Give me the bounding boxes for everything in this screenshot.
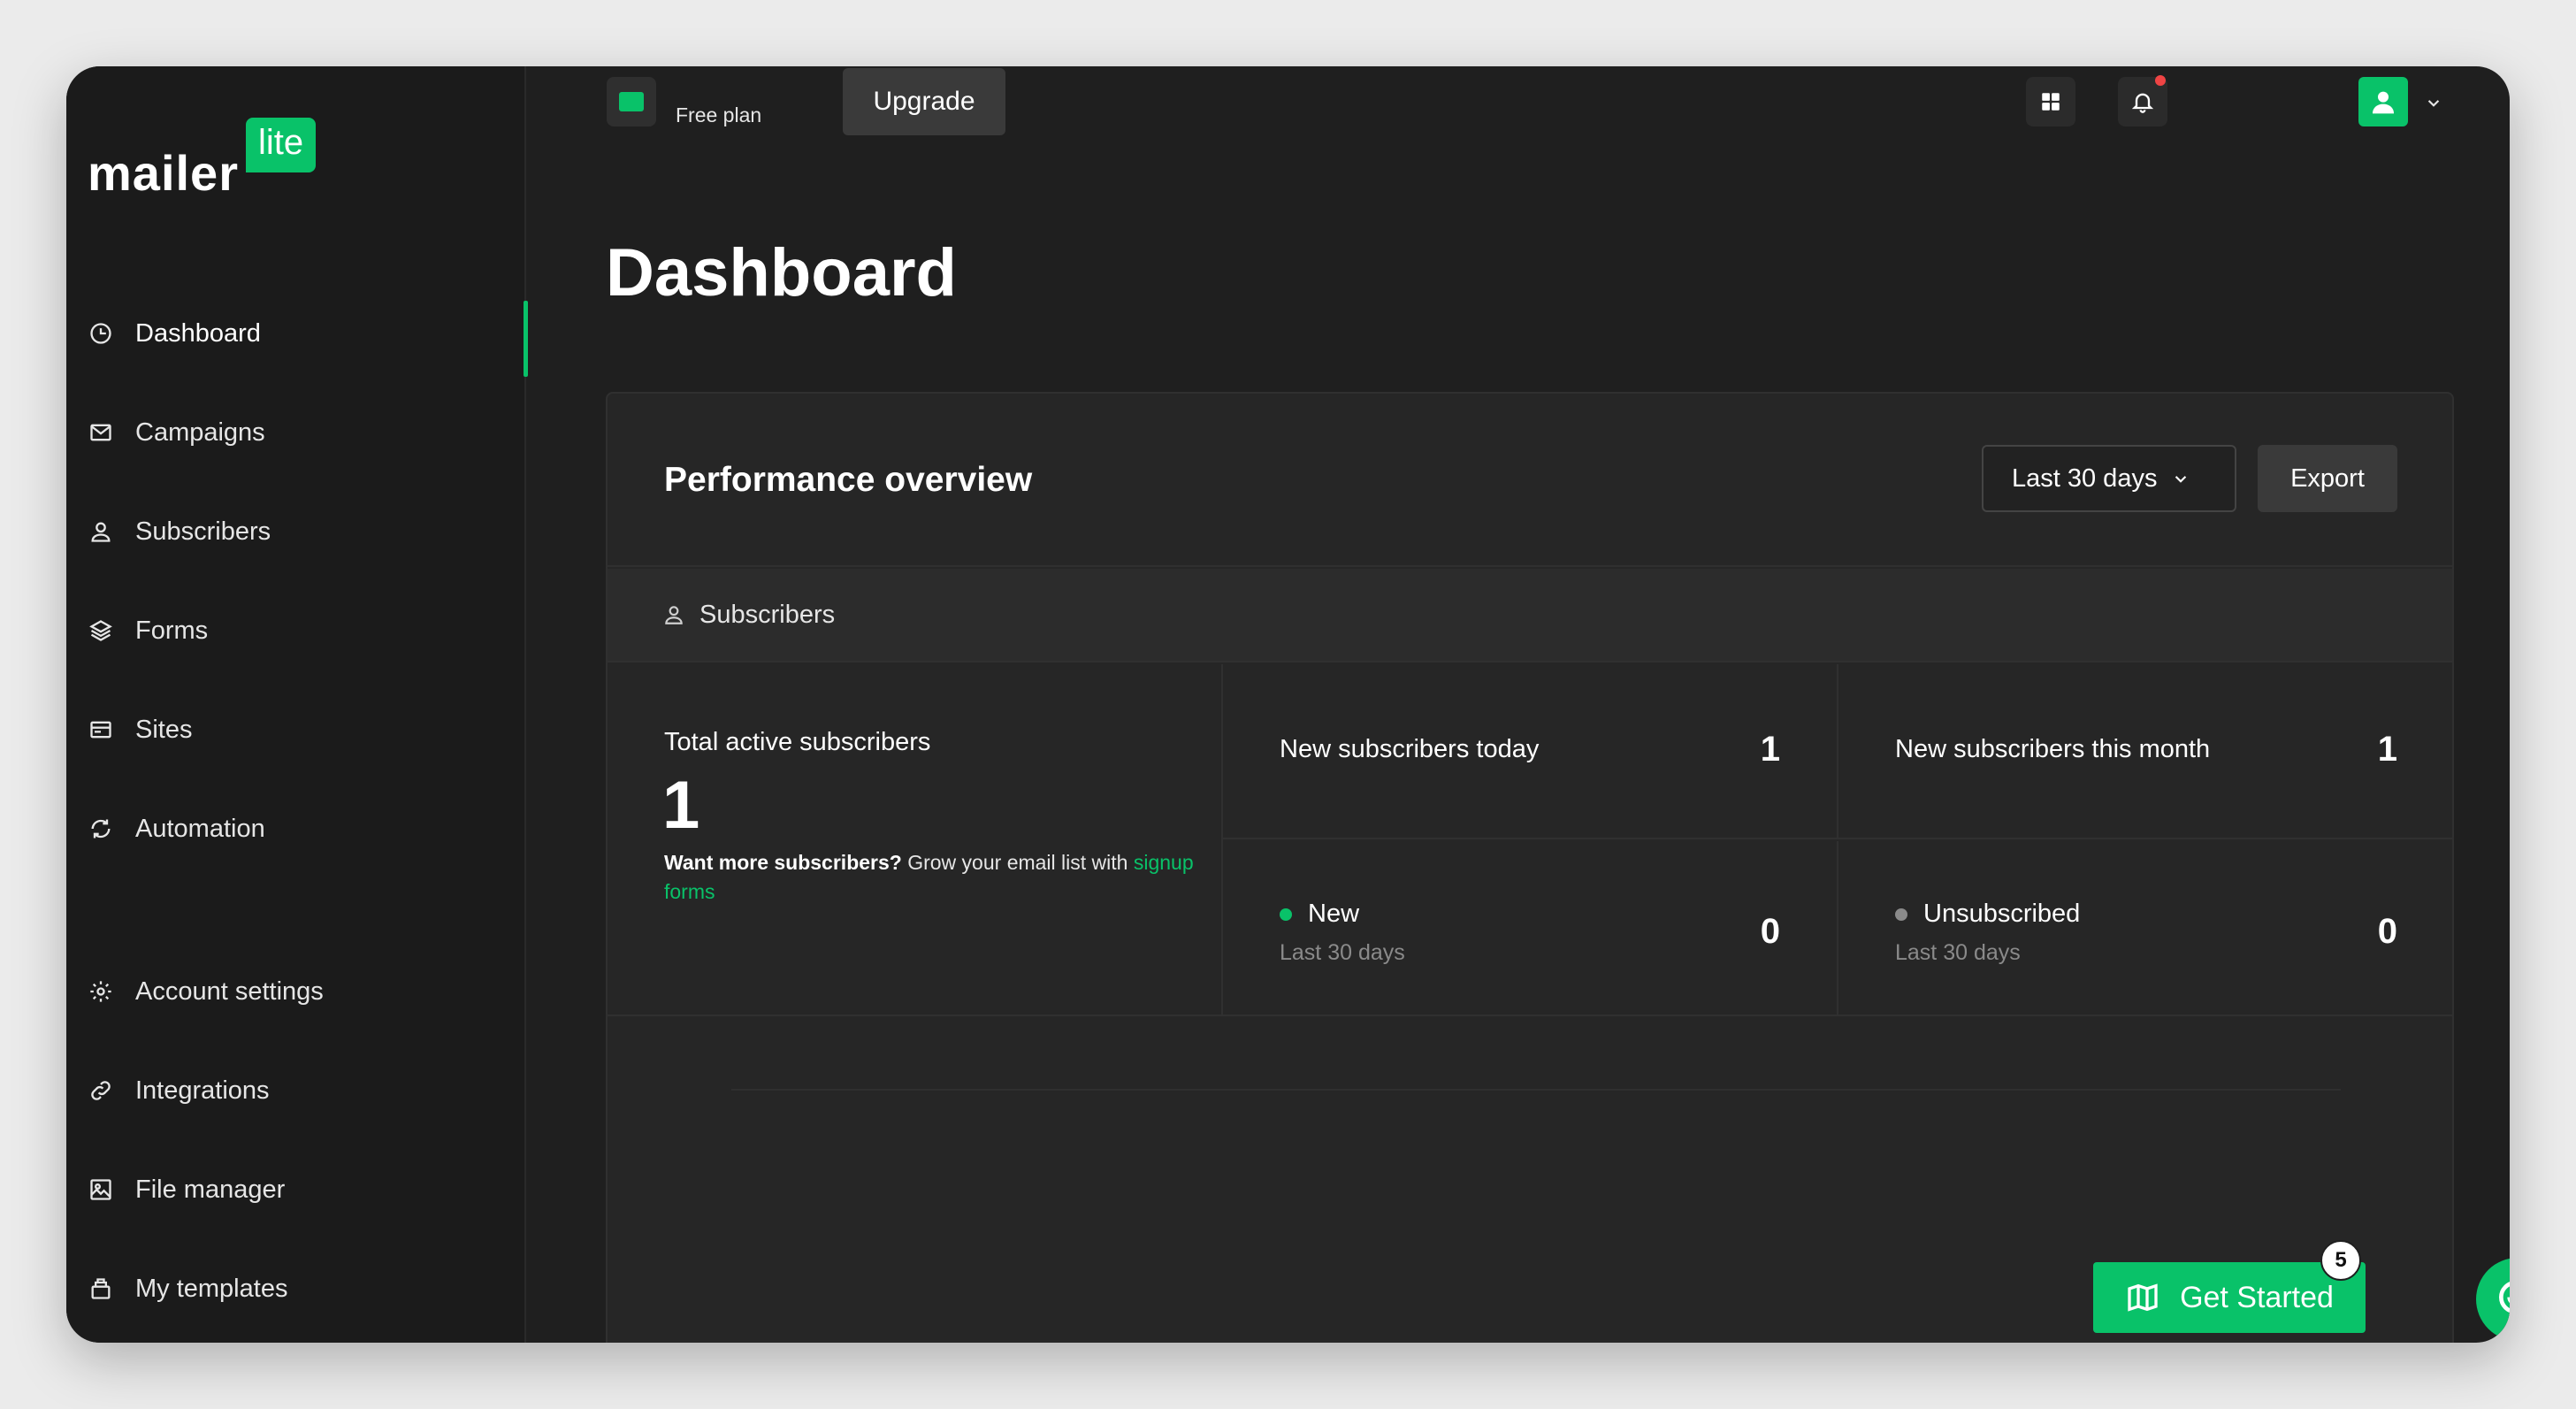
gear-icon [88,978,114,1005]
stat-label: Unsubscribed [1923,900,2081,928]
search-chat-icon [2499,1282,2510,1313]
chart-baseline [731,1089,2341,1091]
sidebar-item-label: Campaigns [135,417,265,447]
plan-flag-icon [619,92,644,111]
chevron-down-icon [2175,476,2187,483]
user-avatar[interactable] [2358,77,2408,126]
stat-label: New subscribers this month [1895,735,2211,763]
sidebar-item-subscribers[interactable]: Subscribers [66,496,526,567]
plan-icon-button[interactable] [607,77,656,126]
subscribers-section-header: Subscribers [608,569,2452,662]
sidebar-item-sites[interactable]: Sites [66,694,526,765]
stat-label-row: New [1280,900,1359,929]
stat-value: 0 [2377,912,2397,951]
logo-wordmark: mailer [88,145,239,201]
logo-badge: lite [246,118,317,172]
subscriber-stats: Total active subscribers 1 Want more sub… [608,664,2452,1016]
sidebar-item-label: Subscribers [135,517,271,546]
sidebar-item-my-templates[interactable]: My templates [66,1253,526,1324]
user-icon [665,606,683,624]
stat-sublabel: Last 30 days [1895,940,2021,965]
sidebar-item-forms[interactable]: Forms [66,595,526,666]
plan-label[interactable]: Free plan [676,103,761,127]
new-subscribers-today: New subscribers today 1 [1223,664,1838,839]
link-icon [88,1077,114,1104]
mailerlite-logo[interactable]: mailer lite [88,118,317,202]
new-last-30-days: New Last 30 days 0 [1223,841,1838,1016]
unsubscribed-last-30-days: Unsubscribed Last 30 days 0 [1838,841,2452,1016]
apps-grid-icon [2042,93,2060,111]
stat-value: 1 [1760,730,1780,769]
user-avatar-icon [2373,91,2394,114]
hint-text: Grow your email list with [907,851,1128,874]
export-button[interactable]: Export [2258,445,2397,512]
sidebar-item-account-settings[interactable]: Account settings [66,956,526,1027]
refresh-icon [88,816,114,842]
stat-value: 1 [2377,730,2397,769]
image-icon [88,1176,114,1203]
date-range-value: Last 30 days [2012,463,2158,493]
user-icon [88,518,114,545]
main-content: Free plan Upgrade Dashboard Performance … [528,66,2510,1343]
sidebar-item-label: Account settings [135,976,324,1006]
performance-overview-card: Performance overview Last 30 days Export… [606,392,2454,1343]
sidebar-item-dashboard[interactable]: Dashboard [66,298,528,377]
browser-icon [88,716,114,743]
date-range-select[interactable]: Last 30 days [1982,445,2236,512]
section-label: Subscribers [699,600,836,629]
dashboard-icon [88,320,114,347]
sidebar-item-campaigns[interactable]: Campaigns [66,397,526,468]
layers-icon [88,617,114,644]
total-active-subscribers-panel: Total active subscribers 1 Want more sub… [608,664,1223,1015]
status-dot-gray [1895,907,1907,921]
apps-grid-button[interactable] [2026,77,2075,126]
mail-icon [88,419,114,446]
notifications-button[interactable] [2118,75,2167,126]
sidebar-item-label: File manager [135,1175,286,1204]
stat-sublabel: Last 30 days [1280,940,1405,965]
sidebar-item-label: Dashboard [135,318,261,348]
sidebar-item-label: Sites [135,715,193,744]
card-header: Performance overview Last 30 days Export [608,394,2452,567]
stat-label: New subscribers today [1280,735,1540,763]
stat-label-row: Unsubscribed [1895,900,2080,929]
total-active-label: Total active subscribers [664,728,931,756]
sidebar-item-label: Forms [135,616,209,645]
get-started-label: Get Started [2180,1280,2334,1314]
app-window: mailer lite Dashboard Campaigns Subscrib… [66,66,2510,1343]
template-icon [88,1275,114,1302]
notification-dot [2155,75,2166,86]
get-started-badge: 5 [2320,1240,2361,1281]
sidebar-item-label: Automation [135,814,265,843]
sidebar: mailer lite Dashboard Campaigns Subscrib… [66,66,528,1343]
sidebar-item-label: Integrations [135,1076,270,1105]
sidebar-item-file-manager[interactable]: File manager [66,1154,526,1225]
page-title: Dashboard [606,235,957,310]
new-subscribers-month: New subscribers this month 1 [1838,664,2452,839]
help-chat-button[interactable] [2476,1258,2510,1341]
stat-value: 0 [1760,912,1780,951]
hint-bold: Want more subscribers? [664,851,902,874]
sidebar-item-label: My templates [135,1274,288,1303]
chevron-down-icon[interactable] [2422,91,2445,114]
sidebar-item-integrations[interactable]: Integrations [66,1055,526,1126]
status-dot-green [1280,907,1292,921]
map-icon [2128,1283,2158,1312]
stat-label: New [1308,900,1360,928]
sidebar-item-automation[interactable]: Automation [66,793,526,864]
bell-icon [2131,93,2154,113]
card-title: Performance overview [664,461,1033,499]
total-active-value: 1 [662,768,700,843]
upgrade-button[interactable]: Upgrade [843,68,1005,135]
grow-list-hint: Want more subscribers? Grow your email l… [664,848,1195,907]
